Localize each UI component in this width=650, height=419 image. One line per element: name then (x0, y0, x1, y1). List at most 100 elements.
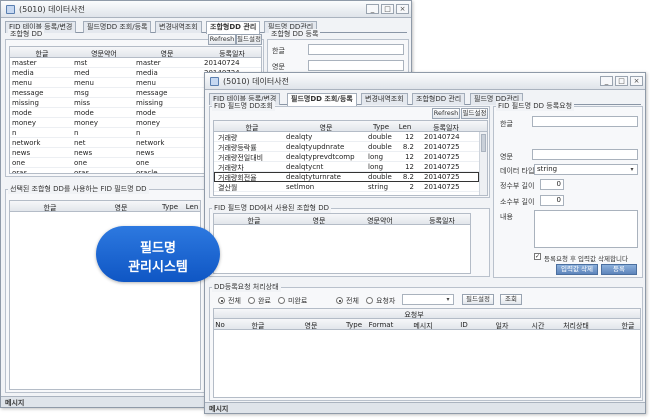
minimize-icon[interactable]: _ (366, 4, 379, 14)
maximize-icon[interactable]: □ (381, 4, 394, 14)
table-cell: dealqtyprevdtcomp (286, 153, 355, 161)
content-label: 내용 (500, 213, 513, 221)
back-tab-compound-dd[interactable]: 조합형DD 관리 (206, 21, 261, 34)
back-tab-history[interactable]: 변경내역조회 (155, 21, 202, 33)
table-cell: 20140725 (424, 143, 460, 151)
int-length-label: 정수부 길이 (500, 182, 535, 190)
table-cell: net (74, 139, 86, 147)
clear-input-button[interactable]: 입력값 삭제 (556, 264, 598, 275)
table-row[interactable]: master mst master 20140724 (10, 58, 261, 68)
col-header[interactable]: 영문약어 (360, 216, 400, 226)
close-icon[interactable]: × (630, 76, 643, 86)
col-header[interactable]: 메시지 (408, 321, 438, 331)
status-radio-done[interactable] (248, 297, 255, 304)
col-header[interactable]: 영문 (96, 203, 146, 213)
front-field-scrollbar[interactable] (479, 132, 487, 195)
front-used-legend: FID 필드명 DD에서 사용된 조합형 DD (212, 203, 332, 213)
col-header[interactable]: 일자 (490, 321, 514, 331)
process-grid-header: No 한글 영문 Type Format 메시지 ID 일자 시간 처리상태 한… (214, 319, 640, 330)
process-grid: 요청부 No 한글 영문 Type Format 메시지 ID 일자 시간 처리… (213, 308, 641, 398)
close-icon[interactable]: × (396, 4, 409, 14)
content-textarea[interactable] (534, 210, 638, 248)
scope-radio-requester[interactable] (366, 297, 373, 304)
col-header[interactable]: 한글 (20, 203, 80, 213)
col-header[interactable]: 영문 (304, 216, 334, 226)
table-row[interactable]: 거래량차 dealqtycnt long 12 20140725 (214, 162, 479, 172)
badge-line-1: 필드명 (140, 241, 176, 256)
table-cell: missing (12, 99, 39, 107)
col-header[interactable]: Type (368, 123, 394, 131)
back-usage-legend: 선택된 조합형 DD를 사용하는 FID 필드명 DD (8, 184, 149, 194)
back-status-text: 메시지 (5, 399, 25, 407)
table-row[interactable]: 거래량전일대비 dealqtyprevdtcomp long 12 20140725 (214, 152, 479, 162)
int-length-input[interactable]: 0 (540, 179, 564, 190)
search-button[interactable]: 조회 (500, 294, 522, 305)
front-tab-field-dd[interactable]: 필드명DD 조회/등록 (287, 93, 357, 106)
col-header[interactable]: 처리상태 (556, 321, 596, 331)
col-header[interactable]: Type (344, 321, 364, 329)
minimize-icon[interactable]: _ (600, 76, 613, 86)
col-header[interactable]: No (215, 321, 225, 329)
status-radio-all-label: 전체 (228, 297, 241, 305)
table-cell: dealqtycnt (286, 163, 324, 171)
requester-select[interactable]: ▾ (402, 294, 454, 305)
process-group-header: 요청부 (214, 309, 640, 319)
front-field-settings-button[interactable]: 필드설정 (461, 108, 488, 119)
scroll-thumb[interactable] (481, 134, 486, 152)
app-icon (6, 5, 15, 14)
datatype-select[interactable]: string ▾ (534, 164, 638, 175)
back-field-settings-button[interactable]: 필드설정 (236, 34, 262, 45)
table-cell: oracle (136, 169, 158, 174)
table-cell: message (136, 89, 168, 97)
col-header[interactable]: 등록일자 (422, 216, 462, 226)
back-english-input[interactable] (308, 60, 404, 71)
english-label: 영문 (500, 153, 513, 161)
table-cell: string (368, 183, 389, 191)
front-tab-compound-dd[interactable]: 조합형DD 관리 (412, 93, 466, 105)
table-cell: one (74, 159, 88, 167)
col-header[interactable]: 영문 (296, 321, 326, 331)
back-refresh-button[interactable]: Refresh (208, 34, 236, 45)
table-row[interactable]: 결산월 setlmon string 2 20140725 (214, 182, 479, 192)
col-header[interactable]: 한글 (238, 321, 278, 331)
register-button[interactable]: 등록 (601, 264, 637, 275)
scope-radio-all[interactable] (336, 297, 343, 304)
scope-radio-all-label: 전체 (346, 297, 359, 305)
table-row[interactable]: 거래량등락률 dealqtyupdnrate double 8.2 20140725 (214, 142, 479, 152)
table-row[interactable]: 거래량 dealqty double 12 20140724 (214, 132, 479, 142)
table-row[interactable]: 거래량회전율 dealqtyturnrate double 8.2 20140725 (214, 172, 479, 182)
col-header[interactable]: Type (160, 203, 180, 211)
col-header[interactable]: 시간 (526, 321, 550, 331)
table-cell: 12 (405, 133, 414, 141)
col-header[interactable]: 한글 (616, 321, 640, 331)
chevron-down-icon[interactable]: ▾ (444, 296, 452, 303)
back-tab-field-dd[interactable]: 필드명DD 조회/등록 (83, 21, 152, 33)
dec-length-input[interactable]: 0 (540, 195, 564, 206)
table-cell: 12 (405, 163, 414, 171)
table-cell: double (368, 133, 392, 141)
table-cell: 20140725 (424, 163, 460, 171)
korean-input[interactable] (532, 116, 638, 127)
back-korean-input[interactable] (308, 44, 404, 55)
status-radio-all[interactable] (218, 297, 225, 304)
chevron-down-icon[interactable]: ▾ (628, 166, 636, 173)
table-cell: dealqty (286, 133, 313, 141)
table-cell: missing (136, 99, 163, 107)
col-header[interactable]: 한글 (234, 216, 274, 226)
process-field-settings-button[interactable]: 필드설정 (462, 294, 494, 305)
front-window-titlebar[interactable]: (5010) 데이터사전 _ □ × (205, 73, 645, 90)
front-tab-history[interactable]: 변경내역조회 (361, 93, 408, 105)
english-input[interactable] (532, 149, 638, 160)
col-header[interactable]: Len (396, 123, 414, 131)
table-cell: double (368, 173, 392, 181)
col-header[interactable]: ID (454, 321, 474, 329)
table-cell: master (12, 59, 37, 67)
table-cell: 8.2 (402, 143, 414, 151)
front-refresh-button[interactable]: Refresh (432, 108, 460, 119)
col-header[interactable]: Format (366, 321, 396, 329)
status-radio-pending[interactable] (278, 297, 285, 304)
col-header[interactable]: Len (184, 203, 200, 211)
back-window-titlebar[interactable]: (5010) 데이터사전 _ □ × (1, 1, 411, 18)
auto-delete-checkbox[interactable]: ✓ (534, 253, 541, 260)
maximize-icon[interactable]: □ (615, 76, 628, 86)
